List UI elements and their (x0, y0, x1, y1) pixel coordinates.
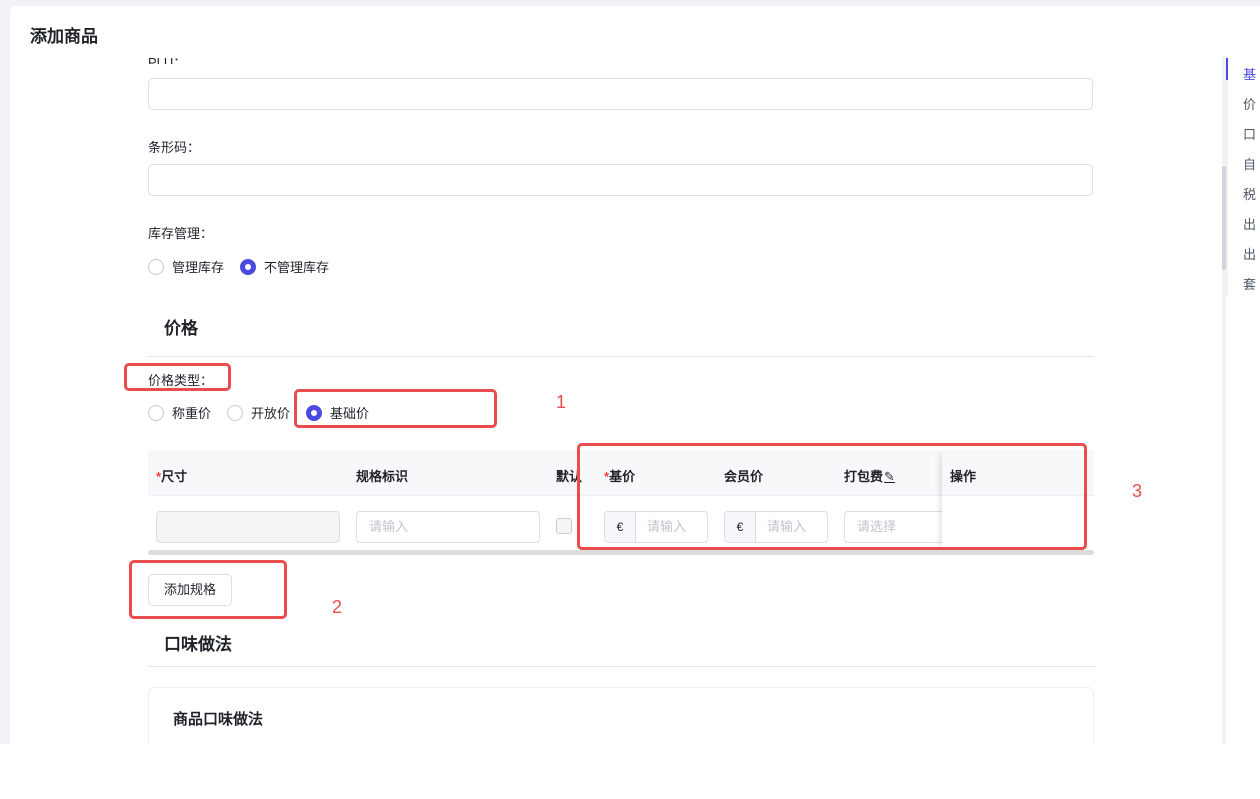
anchor-item[interactable]: 自 (1243, 154, 1256, 173)
size-input-disabled (156, 511, 340, 543)
anchor-item[interactable]: 价 (1243, 94, 1256, 113)
stock-label: 库存管理： (148, 226, 214, 241)
annotation-box-2 (129, 560, 287, 619)
radio-circle (148, 404, 164, 421)
annotation-box-3 (577, 443, 1087, 550)
plu-label: PLU： (148, 55, 187, 64)
annotation-box-price-type (124, 363, 231, 391)
divider (148, 356, 1094, 357)
flavor-card: 商品口味做法 (148, 687, 1094, 744)
radio-no-stock[interactable]: 不管理库存 (240, 257, 329, 276)
plu-input[interactable] (148, 78, 1093, 110)
radio-label: 开放价 (251, 406, 291, 421)
annotation-number-2: 2 (332, 597, 343, 617)
spec-id-input[interactable]: 请输入 (356, 511, 540, 543)
anchor-item[interactable]: 套 (1243, 274, 1256, 293)
radio-label: 称重价 (172, 406, 212, 421)
barcode-label: 条形码： (148, 140, 201, 155)
radio-circle (148, 258, 164, 275)
radio-label: 不管理库存 (264, 260, 330, 275)
radio-open-price[interactable]: 开放价 (227, 403, 290, 422)
anchor-item[interactable]: 出 (1243, 214, 1256, 233)
annotation-box-1 (294, 389, 497, 428)
page-title: 添加商品 (30, 27, 98, 46)
radio-circle-checked (240, 258, 257, 275)
section-title-price: 价格 (164, 319, 198, 338)
radio-weighted-price[interactable]: 称重价 (148, 403, 211, 422)
divider (148, 666, 1096, 667)
anchor-item[interactable]: 基 (1243, 64, 1256, 83)
annotation-number-3: 3 (1132, 481, 1143, 501)
anchor-item[interactable]: 出 (1243, 244, 1256, 263)
footer-area (0, 744, 1260, 799)
barcode-input[interactable] (148, 164, 1093, 196)
anchor-nav: 基 价 口 自 税 出 出 套 (1222, 56, 1260, 296)
annotation-number-1: 1 (556, 392, 567, 412)
th-spec-id: 规格标识 (356, 469, 409, 484)
page-card: 添加商品 PLU： 条形码： 库存管理： 管理库存 不管理库存 价格 价格类型：… (10, 6, 1260, 744)
section-title-flavor: 口味做法 (164, 635, 232, 654)
flavor-card-title: 商品口味做法 (173, 711, 264, 728)
anchor-active-indicator (1226, 58, 1228, 80)
default-checkbox[interactable] (556, 518, 572, 534)
anchor-item[interactable]: 税 (1243, 184, 1256, 203)
table-horizontal-scrollbar[interactable] (148, 550, 1094, 555)
anchor-item[interactable]: 口 (1243, 124, 1256, 143)
th-size: *尺寸 (156, 469, 188, 484)
anchor-track (1226, 56, 1228, 296)
radio-manage-stock[interactable]: 管理库存 (148, 257, 224, 276)
radio-label: 管理库存 (172, 260, 225, 275)
radio-circle (227, 404, 244, 421)
stock-radio-group: 管理库存 不管理库存 (148, 257, 345, 276)
